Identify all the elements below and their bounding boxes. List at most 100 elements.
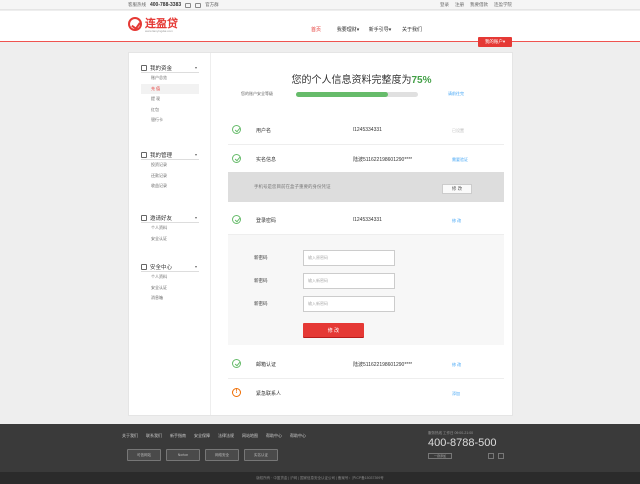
- edit-password-link[interactable]: 修 改: [452, 218, 461, 224]
- weibo-icon[interactable]: [185, 2, 192, 8]
- nav-about[interactable]: 关于我们: [396, 26, 428, 33]
- footer-link[interactable]: 新手指南: [170, 433, 194, 439]
- nav-invest-label: 我要理财: [336, 27, 357, 33]
- nav-guide[interactable]: 新手引导▾: [364, 26, 396, 33]
- footer-link[interactable]: 法律法规: [218, 433, 242, 439]
- sidebar-item-repay-records[interactable]: 还款记录: [141, 171, 199, 182]
- check-icon: [232, 359, 241, 368]
- sidebar-item-income-records[interactable]: 收益记录: [141, 181, 199, 192]
- row-label: 紧急联系人: [256, 391, 282, 397]
- sidebar-item-withdraw[interactable]: 提 现: [141, 94, 199, 105]
- trust-badge[interactable]: Norton: [166, 449, 200, 461]
- completion-progress: [296, 92, 418, 97]
- verify-link[interactable]: 需要验证: [452, 157, 468, 163]
- info-row-emergency: ! 紧急联系人 添加: [228, 379, 504, 409]
- hotline-number: 400-788-3383: [150, 2, 182, 8]
- sidebar-item-overview[interactable]: 账户总览: [141, 73, 199, 84]
- chevron-down-icon: ▾: [388, 27, 392, 33]
- password-field-row: 新密码 输入原密码: [228, 250, 504, 266]
- sidebar-item-profile[interactable]: 个人资料: [141, 223, 199, 234]
- footer-link[interactable]: 帮助中心: [290, 433, 314, 439]
- chevron-down-icon: ▾: [356, 27, 360, 33]
- weibo-icon[interactable]: [488, 453, 494, 459]
- row-value: l1245334331: [353, 127, 382, 133]
- trust-badge[interactable]: 实名认证: [244, 449, 278, 461]
- footer-hotline: 400-8788-500: [428, 437, 497, 449]
- row-value: 陆波511622198601290****: [353, 362, 413, 368]
- new-password-input[interactable]: 输入新密码: [303, 273, 395, 289]
- info-row-realname: 实名信息 陆波511622198601290**** 需要验证: [228, 144, 504, 174]
- phone-notice-panel: 手机号是您目前在盒子重要的身份凭证 修 改: [228, 172, 504, 202]
- sidebar-group-title: 邀请好友: [150, 215, 173, 222]
- logo-icon: [128, 17, 142, 31]
- edit-phone-button[interactable]: 修 改: [442, 184, 472, 194]
- edit-email-link[interactable]: 修 改: [452, 362, 461, 368]
- sidebar-item-profile[interactable]: 个人资料: [141, 272, 199, 283]
- sidebar-group-head[interactable]: 安全中心 ▾: [141, 262, 199, 272]
- qr-button[interactable]: 一键添加: [428, 453, 452, 459]
- sidebar-group-title: 安全中心: [150, 264, 173, 271]
- chevron-down-icon: ▾: [194, 215, 197, 220]
- title-text: 您的个人信息资料完整度为: [291, 75, 412, 86]
- sidebar-item-invest-records[interactable]: 投资记录: [141, 160, 199, 171]
- footer-link[interactable]: 帮助中心: [266, 433, 290, 439]
- sidebar-group-invite: 邀请好友 ▾ 个人资料 安全认证: [141, 213, 199, 244]
- field-label: 新密码: [254, 301, 268, 306]
- info-row-password: 登录密码 l1245334331 修 改: [228, 205, 504, 235]
- nav-invest[interactable]: 我要理财▾: [332, 26, 364, 33]
- password-form-panel: 新密码 输入原密码 新密码 输入新密码 新密码 输入新密码 修 改: [228, 235, 504, 345]
- sidebar-item-auth[interactable]: 安全认证: [141, 234, 199, 245]
- warning-icon: !: [232, 388, 241, 397]
- wechat-icon[interactable]: [195, 2, 202, 8]
- shield-icon: [141, 263, 147, 270]
- sidebar-item-messages[interactable]: 消息箱: [141, 293, 199, 304]
- academy-link[interactable]: 连盈学院: [494, 2, 512, 8]
- sidebar-group-head[interactable]: 我的资金 ▾: [141, 63, 199, 73]
- nav-guide-label: 新手引导: [368, 27, 389, 33]
- sidebar-item-auth[interactable]: 安全认证: [141, 283, 199, 294]
- sidebar-group-head[interactable]: 邀请好友 ▾: [141, 213, 199, 223]
- completion-percent: 75%: [411, 75, 432, 86]
- site-header: 连盈贷 www.lianyingdai.com 首页 我要理财▾ 新手引导▾ 关…: [0, 11, 640, 47]
- wechat-icon[interactable]: [498, 453, 504, 459]
- progress-complete-link[interactable]: 请前往完: [448, 91, 464, 97]
- register-link[interactable]: 注册: [455, 2, 464, 8]
- page-title: 您的个人信息资料完整度为75%: [211, 71, 512, 86]
- trust-badge[interactable]: 网络安全: [205, 449, 239, 461]
- footer-link[interactable]: 网站地图: [242, 433, 266, 439]
- info-row-email: 邮箱认证 陆波511622198601290**** 修 改: [228, 349, 504, 379]
- profile-main: 您的个人信息资料完整度为75% 您的账户安全等级 请前往完 用户名 l12453…: [211, 53, 512, 415]
- trust-badge[interactable]: 可信网站: [127, 449, 161, 461]
- row-status: 已设置: [452, 128, 464, 133]
- my-account-button[interactable]: 我的账户 ▾: [478, 37, 512, 47]
- borrow-link[interactable]: 我要借款: [470, 2, 488, 8]
- submit-password-button[interactable]: 修 改: [303, 323, 364, 337]
- sidebar-item-redpacket[interactable]: 红包: [141, 105, 199, 116]
- login-link[interactable]: 登录: [440, 2, 449, 8]
- sidebar-group-head[interactable]: 我的管理 ▾: [141, 150, 199, 160]
- official-group-link[interactable]: 官方群: [205, 2, 219, 8]
- old-password-input[interactable]: 输入原密码: [303, 250, 395, 266]
- wallet-icon: [141, 64, 147, 71]
- add-contact-link[interactable]: 添加: [452, 391, 460, 397]
- footer-contact: 服务热线 工作日 09:00-21:00 400-8788-500 一键添加: [428, 431, 518, 459]
- footer-link[interactable]: 关于我们: [122, 433, 146, 439]
- footer-link[interactable]: 安全保障: [194, 433, 218, 439]
- nav-home[interactable]: 首页: [300, 26, 332, 33]
- site-logo[interactable]: 连盈贷 www.lianyingdai.com: [128, 17, 178, 33]
- footer-link[interactable]: 联系我们: [146, 433, 170, 439]
- check-icon: [232, 125, 241, 134]
- chevron-down-icon: ▾: [194, 65, 197, 70]
- check-icon: [232, 154, 241, 163]
- confirm-password-input[interactable]: 输入新密码: [303, 296, 395, 312]
- hotline-label: 客服热线: [128, 2, 146, 7]
- site-footer: 关于我们 联系我们 新手指南 安全保障 法律法规 网站地图 帮助中心 帮助中心 …: [0, 424, 640, 472]
- sidebar-item-recharge[interactable]: 充 值: [141, 83, 199, 94]
- copyright-bar: 版权所有 · 中盈贷金 | 沪网 | 国家信息安全认证公司 | 备案号：沪ICP…: [0, 472, 640, 484]
- users-icon: [141, 214, 147, 221]
- hotline-area: 客服热线 400-788-3383 官方群: [128, 2, 219, 8]
- chevron-down-icon: ▾: [502, 39, 506, 44]
- sidebar-item-bankcard[interactable]: 银行卡: [141, 115, 199, 126]
- info-row-username: 用户名 l1245334331 已设置: [228, 115, 504, 145]
- chevron-down-icon: ▾: [194, 152, 197, 157]
